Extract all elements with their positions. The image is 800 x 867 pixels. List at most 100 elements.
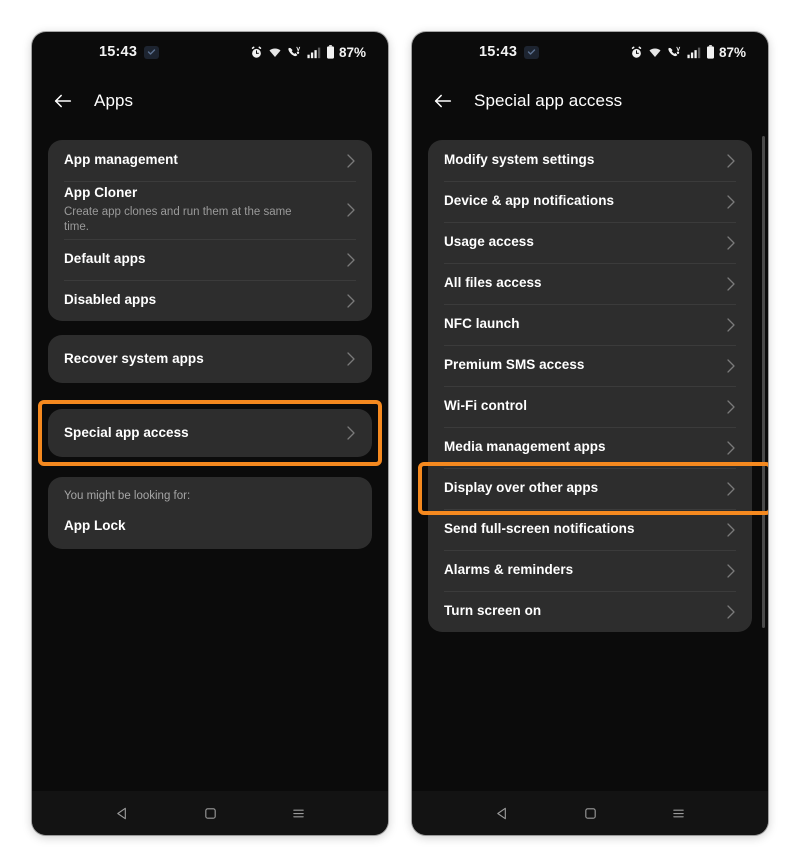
home-square-icon[interactable] [203,806,218,821]
list-item-nfc-launch[interactable]: NFC launch [428,304,752,345]
page-title: Apps [94,91,134,110]
scrollbar-thumb[interactable] [762,136,765,628]
list-item-label: Modify system settings [444,152,595,168]
status-bar-clock: 15:43 [479,44,518,60]
recents-menu-icon[interactable] [671,806,686,821]
recents-menu-icon[interactable] [291,806,306,821]
back-arrow-icon[interactable] [52,90,74,112]
list-item-label: Usage access [444,234,534,250]
battery-icon [326,45,335,59]
status-bar-right: 15:43 87% [412,32,768,72]
list-item-label: NFC launch [444,316,520,332]
chevron-right-icon [726,563,736,579]
list-item-label: Default apps [64,251,146,267]
row-text: Wi-Fi control [444,397,726,415]
chevron-right-icon [346,293,356,309]
list-item-turn-screen-on[interactable]: Turn screen on [428,591,752,632]
special-app-access-card: Special app access [48,409,372,457]
recover-system-apps-card: Recover system apps [48,335,372,383]
list-item-label: Display over other apps [444,480,599,496]
screenshot-stage: 15:43 87% Apps App management App Cloner… [0,0,800,867]
list-item-label: Media management apps [444,439,606,455]
row-text: Turn screen on [444,602,726,620]
chevron-right-icon [726,440,736,456]
row-text: Premium SMS access [444,356,726,374]
page-title: Special app access [474,91,623,110]
signal-bars-icon [307,46,321,59]
list-item-label: Wi-Fi control [444,398,528,414]
chevron-right-icon [726,604,736,620]
back-triangle-icon[interactable] [495,806,510,821]
row-text: Default apps [64,250,346,268]
list-item-app-management[interactable]: App management [48,140,372,181]
list-item-media-management-apps[interactable]: Media management apps [428,427,752,468]
list-item-label: App Cloner [64,185,138,201]
list-item-special-app-access[interactable]: Special app access [48,409,372,457]
list-item-label: Premium SMS access [444,357,585,373]
row-text: Device & app notifications [444,192,726,210]
home-square-icon[interactable] [583,806,598,821]
list-item-label: Special app access [64,424,189,440]
list-item-label: All files access [444,275,542,291]
row-text: Send full-screen notifications [444,520,726,538]
list-item-label: Device & app notifications [444,193,615,209]
list-item-device-app-notifications[interactable]: Device & app notifications [428,181,752,222]
list-item-modify-system-settings[interactable]: Modify system settings [428,140,752,181]
chevron-right-icon [346,252,356,268]
suggestion-item-app-lock[interactable]: App Lock [64,518,356,533]
status-bar-left: 15:43 87% [32,32,388,72]
chevron-right-icon [726,153,736,169]
volte-call-icon [287,46,302,59]
list-item-label: Disabled apps [64,292,157,308]
suggestion-label: You might be looking for: [64,490,191,502]
chevron-right-icon [726,481,736,497]
row-text: Disabled apps [64,291,346,309]
row-text: Media management apps [444,438,726,456]
list-item-alarms-reminders[interactable]: Alarms & reminders [428,550,752,591]
status-bar-right-group: 87% [250,45,366,60]
row-text: App management [64,151,346,169]
list-item-display-over-other-apps[interactable]: Display over other apps [428,468,752,509]
alarm-icon [630,45,643,59]
list-item-recover-system-apps[interactable]: Recover system apps [48,335,372,383]
battery-icon [706,45,715,59]
list-item-premium-sms-access[interactable]: Premium SMS access [428,345,752,386]
chevron-right-icon [346,153,356,169]
status-bar-clock: 15:43 [99,44,138,60]
settings-scroll-area-left[interactable]: App management App Cloner Create app clo… [32,130,388,791]
row-text: Display over other apps [444,479,726,497]
notification-badge-icon [524,45,540,59]
list-item-usage-access[interactable]: Usage access [428,222,752,263]
chevron-right-icon [346,425,356,441]
back-arrow-icon[interactable] [432,90,454,112]
row-text: All files access [444,274,726,292]
special-app-access-list-card: Modify system settings Device & app notif… [428,140,752,632]
list-item-wi-fi-control[interactable]: Wi-Fi control [428,386,752,427]
chevron-right-icon [726,194,736,210]
list-item-send-full-screen-notifications[interactable]: Send full-screen notifications [428,509,752,550]
list-item-disabled-apps[interactable]: Disabled apps [48,280,372,321]
list-item-all-files-access[interactable]: All files access [428,263,752,304]
chevron-right-icon [346,351,356,367]
list-item-default-apps[interactable]: Default apps [48,239,372,280]
app-bar-right: Special app access [412,72,768,130]
row-text: App Cloner Create app clones and run the… [64,184,346,235]
phone-left-apps-screen: 15:43 87% Apps App management App Cloner… [32,32,388,835]
wifi-icon [648,46,662,59]
list-item-label: Alarms & reminders [444,562,574,578]
row-text: Special app access [64,424,346,442]
settings-scroll-area-right[interactable]: Modify system settings Device & app notif… [412,130,768,791]
wifi-icon [268,46,282,59]
list-item-label: Send full-screen notifications [444,521,635,537]
row-text: Usage access [444,233,726,251]
list-item-label: Turn screen on [444,603,542,619]
list-item-app-cloner[interactable]: App Cloner Create app clones and run the… [48,181,372,239]
navigation-bar-right [412,791,768,835]
row-text: NFC launch [444,315,726,333]
chevron-right-icon [726,399,736,415]
back-triangle-icon[interactable] [115,806,130,821]
chevron-right-icon [726,276,736,292]
navigation-bar-left [32,791,388,835]
row-text: Recover system apps [64,350,346,368]
notification-badge-icon [144,45,160,59]
